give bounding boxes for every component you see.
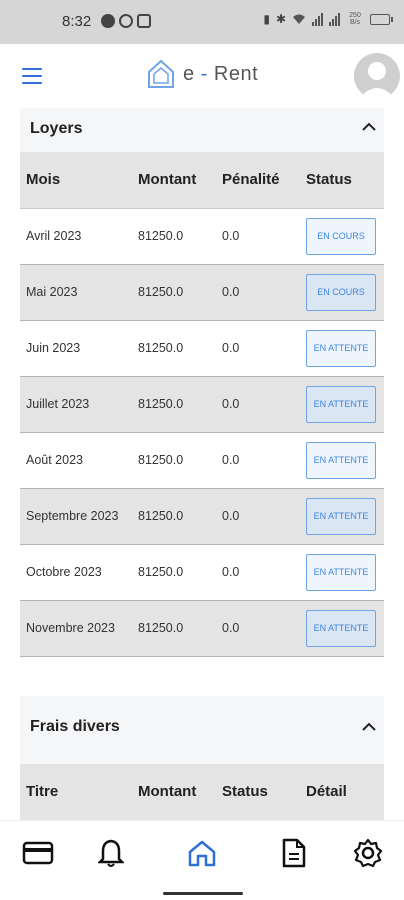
battery-icon (370, 13, 393, 25)
status-button[interactable]: EN ATTENTE (306, 609, 376, 647)
system-icons: ▮ ✱ 250 B/s (263, 12, 393, 26)
chevron-up-icon[interactable] (362, 722, 376, 732)
table-row: Octobre 2023 81250.0 0.0 EN ATTENTE (20, 544, 384, 600)
signal-icon (329, 12, 340, 26)
notification-icons (101, 14, 151, 28)
status-button[interactable]: EN COURS (306, 273, 376, 311)
loyers-title: Loyers (30, 120, 83, 137)
menu-button[interactable] (22, 68, 42, 84)
montant-cell: 81250.0 (138, 397, 184, 411)
table-row: Juillet 2023 81250.0 0.0 EN ATTENTE (20, 376, 384, 432)
app-bar: e - Rent (0, 44, 404, 108)
credit-card-icon (22, 841, 54, 865)
clock: 8:32 (62, 13, 92, 30)
column-header: Mois (20, 152, 132, 209)
penalite-cell: 0.0 (222, 453, 240, 467)
status-button[interactable]: EN ATTENTE (306, 553, 376, 591)
status-button[interactable]: EN ATTENTE (306, 385, 376, 423)
mois-cell: Juin 2023 (26, 341, 81, 355)
app-logo: e - Rent (147, 59, 258, 89)
column-header: Pénalité (216, 152, 300, 209)
frais-table: Titre Montant Status Détail (20, 764, 384, 820)
mois-cell: Avril 2023 (26, 229, 82, 243)
table-header-row: Titre Montant Status Détail (20, 764, 384, 820)
mois-cell: Octobre 2023 (26, 565, 102, 579)
mois-cell: Mai 2023 (26, 285, 78, 299)
nav-home[interactable] (184, 835, 220, 871)
loyers-card: Loyers Mois Montant Pénalité Status Avri… (20, 108, 384, 657)
montant-cell: 81250.0 (138, 285, 184, 299)
user-icon (359, 62, 395, 99)
montant-cell: 81250.0 (138, 453, 184, 467)
document-icon (282, 838, 306, 868)
nav-documents[interactable] (276, 835, 312, 871)
table-row: Août 2023 81250.0 0.0 EN ATTENTE (20, 432, 384, 488)
mois-cell: Septembre 2023 (26, 509, 119, 523)
penalite-cell: 0.0 (222, 285, 240, 299)
wifi-icon (293, 14, 305, 24)
signal-icon (312, 12, 323, 26)
status-button[interactable]: EN ATTENTE (306, 441, 376, 479)
status-button[interactable]: EN ATTENTE (306, 329, 376, 367)
vibrate-icon: ▮ (263, 12, 270, 26)
montant-cell: 81250.0 (138, 341, 184, 355)
system-status-bar: 8:32 ▮ ✱ 250 B/s (0, 0, 404, 44)
hamburger-icon (22, 68, 42, 70)
penalite-cell: 0.0 (222, 621, 240, 635)
penalite-cell: 0.0 (222, 229, 240, 243)
chevron-up-icon[interactable] (362, 122, 376, 132)
penalite-cell: 0.0 (222, 341, 240, 355)
content-scroll[interactable]: Loyers Mois Montant Pénalité Status Avri… (0, 108, 404, 820)
nav-payments[interactable] (20, 835, 56, 871)
montant-cell: 81250.0 (138, 565, 184, 579)
montant-cell: 81250.0 (138, 509, 184, 523)
loyers-header[interactable]: Loyers (20, 108, 384, 152)
column-header: Montant (132, 152, 216, 209)
penalite-cell: 0.0 (222, 565, 240, 579)
network-speed: 250 B/s (349, 12, 361, 26)
montant-cell: 81250.0 (138, 621, 184, 635)
table-row: Juin 2023 81250.0 0.0 EN ATTENTE (20, 320, 384, 376)
settings-icon (353, 838, 383, 868)
loyers-table: Mois Montant Pénalité Status Avril 2023 … (20, 152, 384, 657)
table-row: Avril 2023 81250.0 0.0 EN COURS (20, 208, 384, 264)
table-row: Novembre 2023 81250.0 0.0 EN ATTENTE (20, 600, 384, 656)
table-row: Mai 2023 81250.0 0.0 EN COURS (20, 264, 384, 320)
table-row: Septembre 2023 81250.0 0.0 EN ATTENTE (20, 488, 384, 544)
frais-header[interactable]: Frais divers (20, 696, 384, 764)
app-notification-icon (137, 14, 151, 28)
penalite-cell: 0.0 (222, 509, 240, 523)
whatsapp-icon (119, 14, 133, 28)
montant-cell: 81250.0 (138, 229, 184, 243)
column-header: Titre (20, 764, 132, 820)
table-header-row: Mois Montant Pénalité Status (20, 152, 384, 209)
frais-title: Frais divers (30, 718, 120, 735)
mois-cell: Août 2023 (26, 453, 83, 467)
bell-icon (98, 839, 124, 867)
column-header: Status (216, 764, 300, 820)
home-icon (188, 840, 216, 867)
app-name: e - Rent (183, 62, 259, 85)
nav-settings[interactable] (350, 835, 386, 871)
house-logo-icon (148, 59, 174, 88)
mois-cell: Novembre 2023 (26, 621, 115, 635)
nav-notifications[interactable] (93, 835, 129, 871)
frais-card: Frais divers Titre Montant Status Détail (20, 696, 384, 820)
avatar[interactable] (354, 53, 400, 99)
bottom-navigation (0, 820, 404, 900)
column-header: Status (300, 152, 384, 209)
mois-cell: Juillet 2023 (26, 397, 90, 411)
app-notification-icon (101, 14, 115, 28)
gesture-bar[interactable] (163, 892, 243, 895)
penalite-cell: 0.0 (222, 397, 240, 411)
bluetooth-icon: ✱ (275, 12, 286, 26)
status-button[interactable]: EN ATTENTE (306, 497, 376, 535)
status-button[interactable]: EN COURS (306, 217, 376, 255)
column-header: Détail (300, 764, 384, 820)
column-header: Montant (132, 764, 216, 820)
